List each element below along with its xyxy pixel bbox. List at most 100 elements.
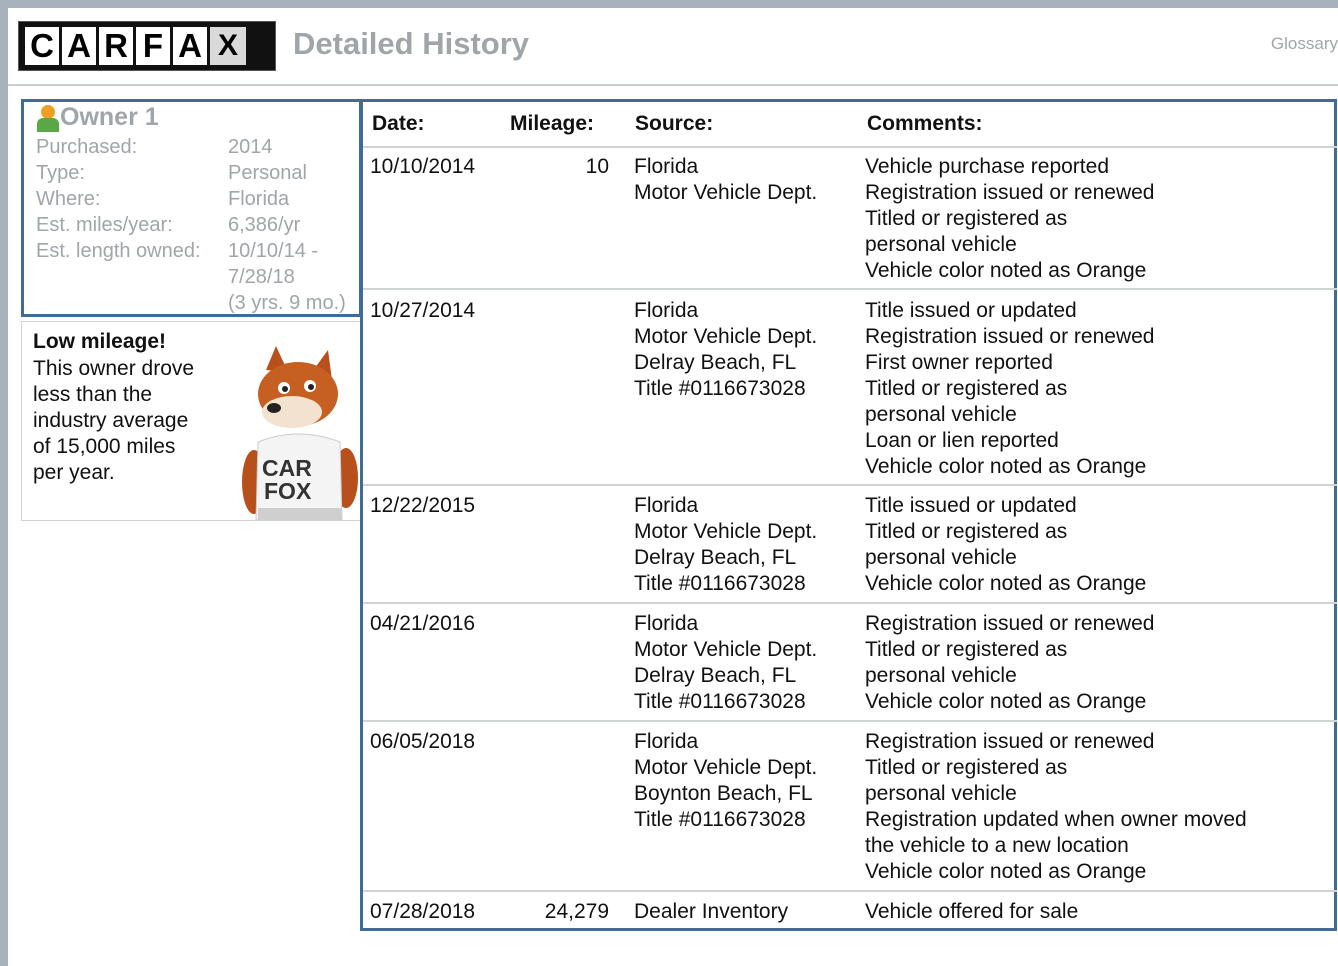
tip-line: of 15,000 miles: [33, 435, 176, 458]
row-mileage: 10: [585, 155, 609, 178]
history-table: Date: Mileage: Source: Comments: 10/10/2…: [360, 99, 1337, 931]
row-comment-line: Title issued or updated: [865, 494, 1077, 517]
row-comment-line: personal vehicle: [865, 233, 1017, 256]
owner-field-value: Personal: [228, 162, 307, 184]
owner-person-icon: [36, 102, 59, 132]
row-date: 10/10/2014: [370, 155, 476, 178]
row-comment-line: personal vehicle: [865, 782, 1017, 805]
row-comment-line: Titled or registered as: [865, 756, 1068, 779]
logo-letter: F: [136, 27, 170, 65]
header-divider: [8, 84, 1338, 86]
row-source-line: Florida: [634, 155, 699, 178]
row-source-line: Delray Beach, FL: [634, 351, 797, 374]
left-border: [0, 8, 8, 966]
row-comment-line: Registration issued or renewed: [865, 325, 1155, 348]
row-date: 06/05/2018: [370, 730, 476, 753]
column-header-mileage: Mileage:: [510, 112, 595, 135]
row-comment-line: First owner reported: [865, 351, 1053, 374]
owner-title: Owner 1: [60, 102, 159, 131]
row-source-line: Motor Vehicle Dept.: [634, 638, 818, 661]
row-comment-line: Vehicle color noted as Orange: [865, 259, 1147, 282]
mascot-shirt-text: FOX: [264, 478, 312, 504]
tip-heading: Low mileage!: [33, 330, 167, 353]
row-comment-line: Vehicle offered for sale: [865, 900, 1079, 923]
logo-letter: C: [25, 27, 59, 65]
row-comment-line: Titled or registered as: [865, 520, 1068, 543]
row-comment-line: Vehicle color noted as Orange: [865, 690, 1147, 713]
row-comment-line: personal vehicle: [865, 664, 1017, 687]
owner-length-duration: (3 yrs. 9 mo.): [228, 292, 346, 314]
row-comment-line: Vehicle purchase reported: [865, 155, 1109, 178]
row-comment-line: Registration issued or renewed: [865, 181, 1155, 204]
row-source-line: Title #0116673028: [634, 808, 806, 831]
row-source-line: Motor Vehicle Dept.: [634, 325, 818, 348]
row-source-line: Florida: [634, 494, 699, 517]
row-comment-line: Vehicle color noted as Orange: [865, 455, 1147, 478]
top-border: [0, 0, 1338, 8]
owner-summary: Owner 1 Purchased: 2014 Type: Personal W…: [21, 99, 362, 317]
row-divider: [363, 602, 1337, 604]
row-source-line: Delray Beach, FL: [634, 546, 797, 569]
tip-line: This owner drove: [33, 357, 195, 380]
row-comment-line: personal vehicle: [865, 403, 1017, 426]
row-mileage: 24,279: [544, 900, 609, 923]
row-source-line: Boynton Beach, FL: [634, 782, 813, 805]
row-comment-line: Registration updated when owner moved: [865, 808, 1247, 831]
logo-letter: A: [173, 27, 207, 65]
column-header-source: Source:: [635, 112, 714, 135]
owner-field-label: Est. length owned:: [36, 240, 201, 262]
owner-field-value: 2014: [228, 136, 273, 158]
owner-length-end: 7/28/18: [228, 266, 295, 288]
tip-line: per year.: [33, 461, 115, 484]
logo-letter: X: [210, 27, 246, 65]
row-date: 07/28/2018: [370, 900, 476, 923]
tip-line: industry average: [33, 409, 189, 432]
logo-letter: R: [99, 27, 133, 65]
row-source-line: Motor Vehicle Dept.: [634, 756, 818, 779]
column-header-date: Date:: [372, 112, 425, 135]
row-divider: [363, 890, 1337, 892]
row-source-line: Motor Vehicle Dept.: [634, 520, 818, 543]
glossary-link[interactable]: Glossary: [1271, 34, 1338, 54]
row-comment-line: Registration issued or renewed: [865, 730, 1155, 753]
row-date: 04/21/2016: [370, 612, 476, 635]
row-source-line: Florida: [634, 612, 699, 635]
row-comment-line: Title issued or updated: [865, 299, 1077, 322]
row-divider: [363, 484, 1337, 486]
row-comment-line: Loan or lien reported: [865, 429, 1059, 452]
row-divider: [363, 288, 1337, 290]
row-source-line: Title #0116673028: [634, 377, 806, 400]
row-source-line: Florida: [634, 730, 699, 753]
row-source-line: Florida: [634, 299, 699, 322]
row-comment-line: Titled or registered as: [865, 207, 1068, 230]
row-source-line: Delray Beach, FL: [634, 664, 797, 687]
tip-line: less than the: [33, 383, 153, 406]
row-source-line: Dealer Inventory: [634, 900, 789, 923]
row-comment-line: the vehicle to a new location: [865, 834, 1129, 857]
logo-letter: A: [62, 27, 96, 65]
owner-field-label: Type:: [36, 162, 85, 184]
row-source-line: Motor Vehicle Dept.: [634, 181, 818, 204]
carfax-logo: C A R F A X: [18, 21, 276, 71]
owner-field-value: 10/10/14 -: [228, 240, 319, 262]
row-comment-line: Titled or registered as: [865, 638, 1068, 661]
owner-heading: Owner 1: [36, 102, 159, 132]
page-title: Detailed History: [293, 26, 530, 61]
row-source-line: Title #0116673028: [634, 572, 806, 595]
owner-field-value: Florida: [228, 188, 290, 210]
row-comment-line: Vehicle color noted as Orange: [865, 860, 1147, 883]
header-rule: [363, 146, 1337, 148]
row-divider: [363, 720, 1337, 722]
owner-field-label: Purchased:: [36, 136, 138, 158]
row-date: 12/22/2015: [370, 494, 476, 517]
row-date: 10/27/2014: [370, 299, 476, 322]
row-comment-line: Titled or registered as: [865, 377, 1068, 400]
owner-field-label: Est. miles/year:: [36, 214, 173, 236]
row-comment-line: personal vehicle: [865, 546, 1017, 569]
row-comment-line: Registration issued or renewed: [865, 612, 1155, 635]
owner-field-label: Where:: [36, 188, 101, 210]
row-comment-line: Vehicle color noted as Orange: [865, 572, 1147, 595]
column-header-comments: Comments:: [867, 112, 983, 135]
low-mileage-callout: Low mileage! This owner drove less than …: [21, 321, 361, 521]
owner-field-value: 6,386/yr: [228, 214, 301, 236]
